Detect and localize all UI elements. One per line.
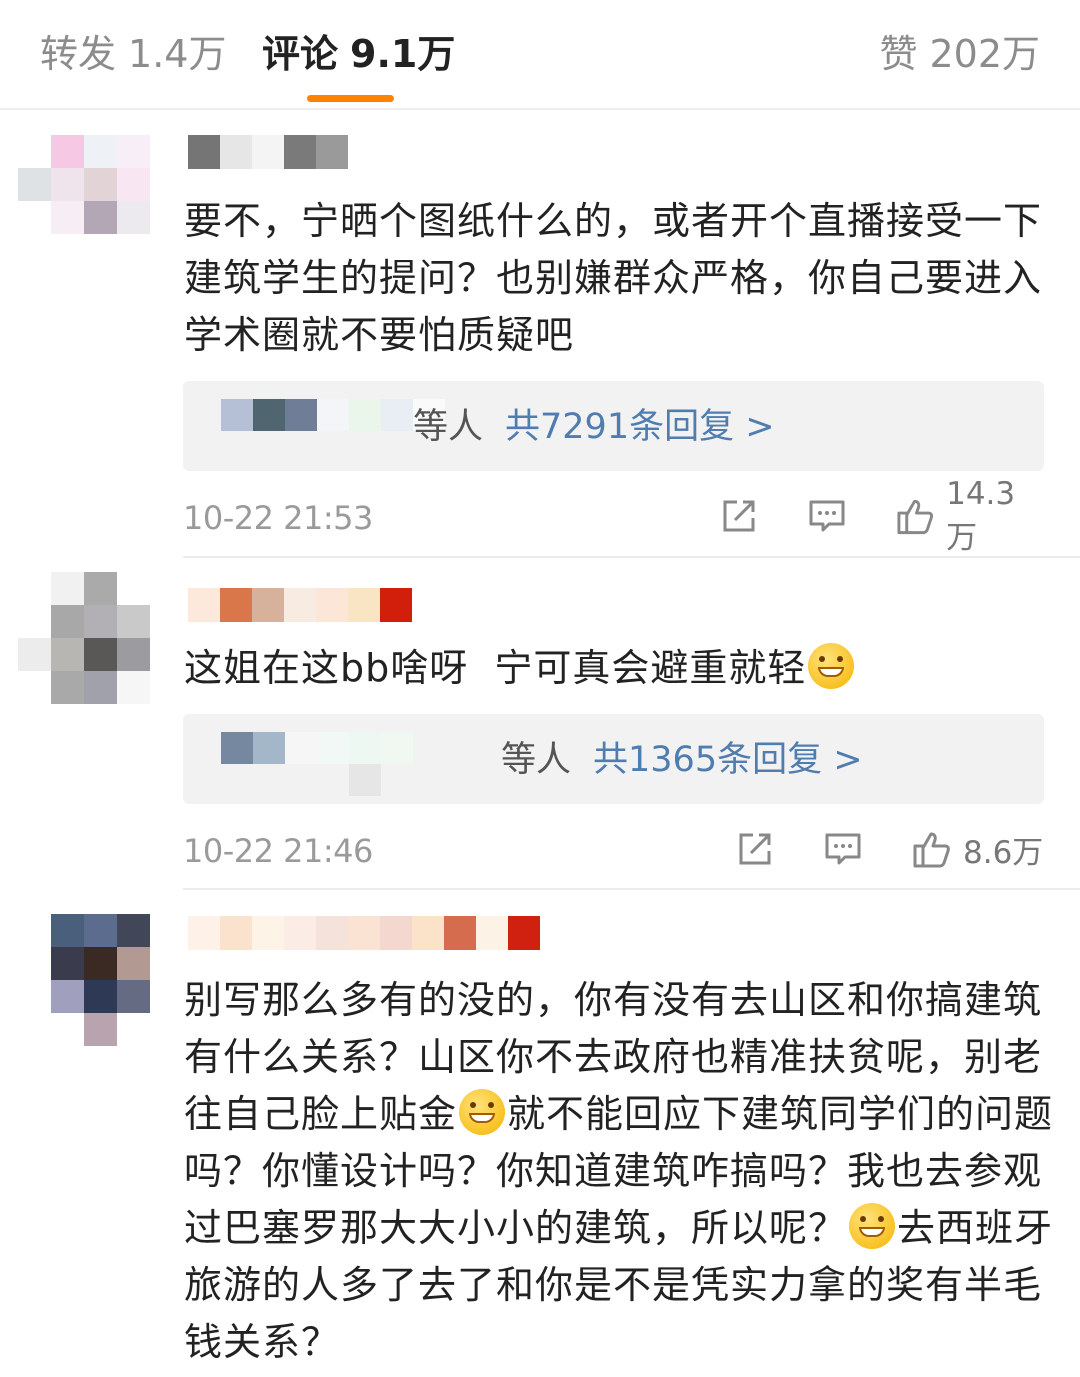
comment-tabs: 转发 1.4万 评论 9.1万 赞 202万	[0, 0, 1080, 110]
like-button[interactable]: 14.3万	[895, 476, 1044, 556]
username-pixelated[interactable]	[188, 588, 412, 622]
username-pixelated[interactable]	[188, 135, 348, 169]
tab-comments-label: 评论	[262, 32, 339, 76]
grinning-face-emoji	[808, 643, 855, 689]
active-tab-indicator	[307, 95, 394, 102]
tab-comments-count: 9.1万	[350, 32, 456, 76]
reply-who: 等人	[413, 407, 484, 447]
avatar[interactable]	[18, 135, 150, 267]
reply-usernames-pixelated	[221, 732, 451, 796]
tab-likes-label: 赞	[879, 32, 918, 76]
like-count: 8.6万	[963, 834, 1044, 871]
repost-icon	[739, 833, 771, 865]
comment-button[interactable]	[807, 493, 847, 539]
tab-repost[interactable]: 转发 1.4万	[40, 26, 226, 82]
reply-preview[interactable]: 等人 共7291条回复 >	[183, 381, 1044, 471]
tab-repost-count: 1.4万	[128, 32, 227, 76]
repost-button[interactable]	[735, 826, 775, 872]
thumbs-up-icon	[913, 832, 950, 868]
comment-divider	[183, 556, 1080, 558]
grinning-face-emoji	[849, 1203, 896, 1249]
username-pixelated[interactable]	[188, 916, 540, 950]
comment-icon	[809, 500, 845, 532]
timestamp: 10-22 21:46	[183, 832, 373, 870]
reply-count-link[interactable]: 共7291条回复 >	[505, 407, 775, 447]
reply-preview[interactable]: 等人 共1365条回复 >	[183, 714, 1044, 804]
thumbs-up-icon	[897, 499, 934, 535]
like-button[interactable]: 8.6万	[911, 826, 1043, 872]
comment-text-part: 要不，宁晒个图纸什么的，或者开个直播接受一下建筑学生的提问？也别嫌群众严格，你自…	[184, 199, 1043, 357]
tab-likes[interactable]: 赞 202万	[879, 26, 1040, 82]
comment-text: 这姐在这bb啥呀 宁可真会避重就轻	[184, 640, 1054, 697]
comment-footer: 10-22 21:53 14.3万	[183, 476, 1044, 556]
comment-footer: 10-22 21:46 8.6万	[183, 826, 1044, 876]
avatar[interactable]	[18, 572, 150, 704]
comment-icon	[825, 833, 861, 865]
reply-summary: 等人 共1365条回复 >	[501, 738, 863, 782]
comment-text: 要不，宁晒个图纸什么的，或者开个直播接受一下建筑学生的提问？也别嫌群众严格，你自…	[184, 193, 1054, 364]
tab-likes-count: 202万	[929, 32, 1040, 76]
comment-divider	[183, 888, 1080, 890]
comment-button[interactable]	[823, 826, 863, 872]
repost-icon	[723, 500, 755, 532]
reply-who: 等人	[501, 740, 572, 780]
repost-button[interactable]	[719, 493, 759, 539]
tab-repost-label: 转发	[40, 32, 117, 76]
reply-summary: 等人 共7291条回复 >	[413, 405, 775, 449]
comment-text: 别写那么多有的没的，你有没有去山区和你搞建筑有什么关系？山区你不去政府也精准扶贫…	[184, 972, 1054, 1371]
comment-text-part: 这姐在这bb啥呀 宁可真会避重就轻	[184, 646, 807, 690]
reply-count-link[interactable]: 共1365条回复 >	[593, 740, 863, 780]
grinning-face-emoji	[459, 1089, 506, 1135]
like-count: 14.3万	[946, 475, 1016, 556]
tab-comments[interactable]: 评论 9.1万	[262, 26, 455, 82]
timestamp: 10-22 21:53	[183, 499, 373, 537]
avatar[interactable]	[18, 914, 150, 1046]
